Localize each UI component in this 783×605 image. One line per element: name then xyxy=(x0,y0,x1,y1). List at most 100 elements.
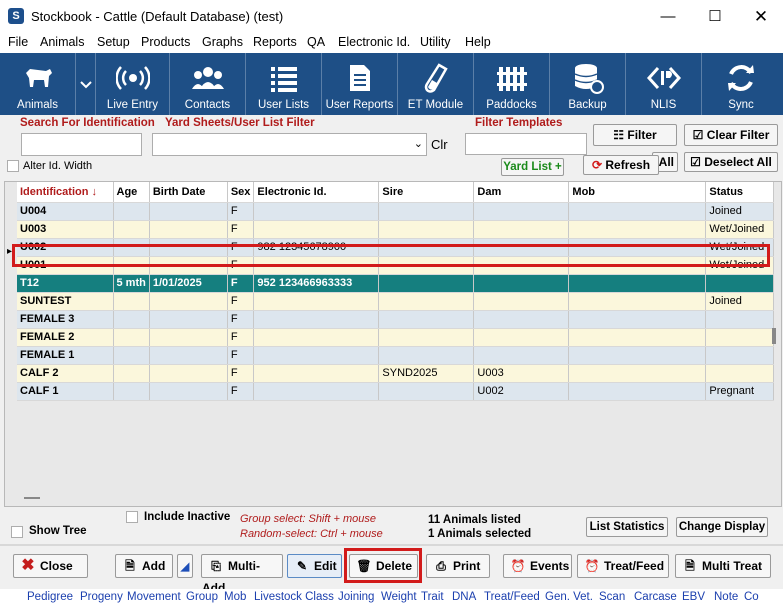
toolbar-nlis-button[interactable]: NLIS xyxy=(626,53,702,115)
tab-scan[interactable]: Scan xyxy=(599,591,625,603)
add-options-button[interactable]: ◢ xyxy=(177,554,193,578)
toolbar-contacts-button[interactable]: Contacts xyxy=(170,53,246,115)
column-header-birth-date[interactable]: Birth Date xyxy=(149,182,228,203)
database-icon xyxy=(574,64,604,94)
search-input[interactable] xyxy=(21,133,142,156)
table-row[interactable]: FEMALE 2F xyxy=(17,328,775,347)
animals-dropdown-button[interactable] xyxy=(76,53,96,115)
multi-add-icon: ⎘ xyxy=(211,559,221,573)
include-inactive-label: Include Inactive xyxy=(144,511,231,523)
column-header-mob[interactable]: Mob xyxy=(568,182,707,203)
column-header-status[interactable]: Status xyxy=(705,182,775,203)
menu-products[interactable]: Products xyxy=(141,35,190,49)
toolbar-user-reports-button[interactable]: User Reports xyxy=(322,53,398,115)
tab-note[interactable]: Note xyxy=(714,591,738,603)
show-tree-checkbox[interactable] xyxy=(11,526,23,538)
rfid-signal-icon xyxy=(115,66,150,90)
menu-animals[interactable]: Animals xyxy=(40,35,84,49)
minimize-button[interactable]: — xyxy=(645,0,691,33)
change-display-button[interactable]: Change Display xyxy=(676,517,768,537)
column-header-dam[interactable]: Dam xyxy=(473,182,570,203)
deselect-all-label: Deselect All xyxy=(704,155,772,169)
horizontal-scrollbar[interactable] xyxy=(24,497,40,499)
tab-movement[interactable]: Movement xyxy=(127,591,181,603)
tab-joining[interactable]: Joining xyxy=(338,591,374,603)
menu-setup[interactable]: Setup xyxy=(97,35,130,49)
print-button[interactable]: ⎙ Print xyxy=(426,554,490,578)
table-row[interactable]: FEMALE 1F xyxy=(17,346,775,365)
close-window-button[interactable]: ✕ xyxy=(738,0,783,33)
tab-pedigree[interactable]: Pedigree xyxy=(27,591,73,603)
deselect-icon: ☑ xyxy=(690,155,701,169)
menu-electronic-id[interactable]: Electronic Id. xyxy=(338,35,410,49)
table-row[interactable]: SUNTEST F Joined xyxy=(17,292,775,311)
table-row-selected[interactable]: T12 5 mth 1/01/2025 F 952 123466963333 xyxy=(17,274,775,293)
printer-icon: ⎙ xyxy=(436,559,446,573)
menu-help[interactable]: Help xyxy=(465,35,491,49)
refresh-button[interactable]: ⟳ Refresh xyxy=(583,155,659,175)
column-header-age[interactable]: Age xyxy=(113,182,150,203)
tab-mob[interactable]: Mob xyxy=(224,591,246,603)
close-button[interactable]: ✖ Close xyxy=(13,554,88,578)
table-row[interactable]: FEMALE 3F xyxy=(17,310,775,329)
maximize-button[interactable]: ☐ xyxy=(692,0,738,33)
tab-progeny[interactable]: Progeny xyxy=(80,591,123,603)
tab-ebv[interactable]: EBV xyxy=(682,591,705,603)
toolbar-live-entry-button[interactable]: Live Entry xyxy=(96,53,170,115)
column-header-sex[interactable]: Sex xyxy=(227,182,255,203)
add-button[interactable]: 🗎 Add xyxy=(115,554,173,578)
toolbar-user-lists-button[interactable]: User Lists xyxy=(246,53,322,115)
tab-treat-feed[interactable]: Treat/Feed xyxy=(484,591,540,603)
clear-filter-button[interactable]: ☑ Clear Filter xyxy=(684,124,778,146)
refresh-icon: ⟳ xyxy=(591,158,603,172)
menu-reports[interactable]: Reports xyxy=(253,35,297,49)
multi-treat-button[interactable]: 🗎 Multi Treat xyxy=(675,554,771,578)
table-row[interactable]: CALF 1 F U002 Pregnant xyxy=(17,382,775,401)
toolbar-backup-button[interactable]: Backup xyxy=(550,53,626,115)
events-button[interactable]: ⏰ Events xyxy=(503,554,572,578)
table-row[interactable]: U003 F Wet/Joined xyxy=(17,220,775,239)
toolbar-sync-button[interactable]: Sync xyxy=(702,53,780,115)
tab-co[interactable]: Co xyxy=(744,591,759,603)
deselect-all-button[interactable]: ☑ Deselect All xyxy=(684,152,778,172)
random-select-hint: Random-select: Ctrl + mouse xyxy=(240,528,383,540)
menu-graphs[interactable]: Graphs xyxy=(202,35,243,49)
add-document-icon: 🗎 xyxy=(125,559,135,573)
table-row[interactable]: CALF 2 F SYND2025 U003 xyxy=(17,364,775,383)
edit-button[interactable]: ✎ Edit xyxy=(287,554,342,578)
multi-add-button[interactable]: ⎘ Multi-Add xyxy=(201,554,283,595)
filter-templates-select[interactable] xyxy=(465,133,587,155)
filter-button-label: Filter xyxy=(627,128,657,142)
toolbar-paddocks-button[interactable]: Paddocks xyxy=(474,53,550,115)
alter-id-width-checkbox[interactable] xyxy=(7,160,19,172)
animals-grid[interactable]: ▸ Identification ↓ Age Birth Date Sex El… xyxy=(4,181,782,507)
yard-list-button[interactable]: Yard List + xyxy=(501,158,564,176)
column-header-sire[interactable]: Sire xyxy=(378,182,475,203)
list-statistics-button[interactable]: List Statistics xyxy=(586,517,668,537)
tab-gen-vet[interactable]: Gen. Vet. xyxy=(545,591,593,603)
title-bar: S Stockbook - Cattle (Default Database) … xyxy=(0,0,783,33)
tab-group[interactable]: Group xyxy=(186,591,218,603)
menu-qa[interactable]: QA xyxy=(307,35,325,49)
toolbar-et-module-button[interactable]: ET Module xyxy=(398,53,474,115)
include-inactive-checkbox[interactable] xyxy=(126,511,138,523)
filter-button[interactable]: ☷ Filter xyxy=(593,124,677,146)
yard-sheets-select[interactable]: ⌄ xyxy=(152,133,427,156)
vertical-scrollbar[interactable] xyxy=(772,328,776,344)
treat-feed-button[interactable]: ⏰ Treat/Feed xyxy=(577,554,669,578)
tab-trait[interactable]: Trait xyxy=(421,591,444,603)
clr-button[interactable]: Clr xyxy=(431,137,448,152)
toolbar-animals-button[interactable]: Animals xyxy=(0,53,76,115)
table-row[interactable]: U004 F Joined xyxy=(17,202,775,221)
tab-carcase[interactable]: Carcase xyxy=(634,591,677,603)
nlis-icon xyxy=(646,66,681,90)
menu-file[interactable]: File xyxy=(8,35,28,49)
tab-dna[interactable]: DNA xyxy=(452,591,476,603)
column-header-electronic-id[interactable]: Electronic Id. xyxy=(253,182,380,203)
tab-weight[interactable]: Weight xyxy=(381,591,417,603)
menu-utility[interactable]: Utility xyxy=(420,35,451,49)
window-title: Stockbook - Cattle (Default Database) (t… xyxy=(31,9,284,24)
column-header-identification[interactable]: Identification ↓ xyxy=(17,182,114,203)
close-x-icon: ✖ xyxy=(21,557,35,574)
tab-livestock-class[interactable]: Livestock Class xyxy=(254,591,334,603)
